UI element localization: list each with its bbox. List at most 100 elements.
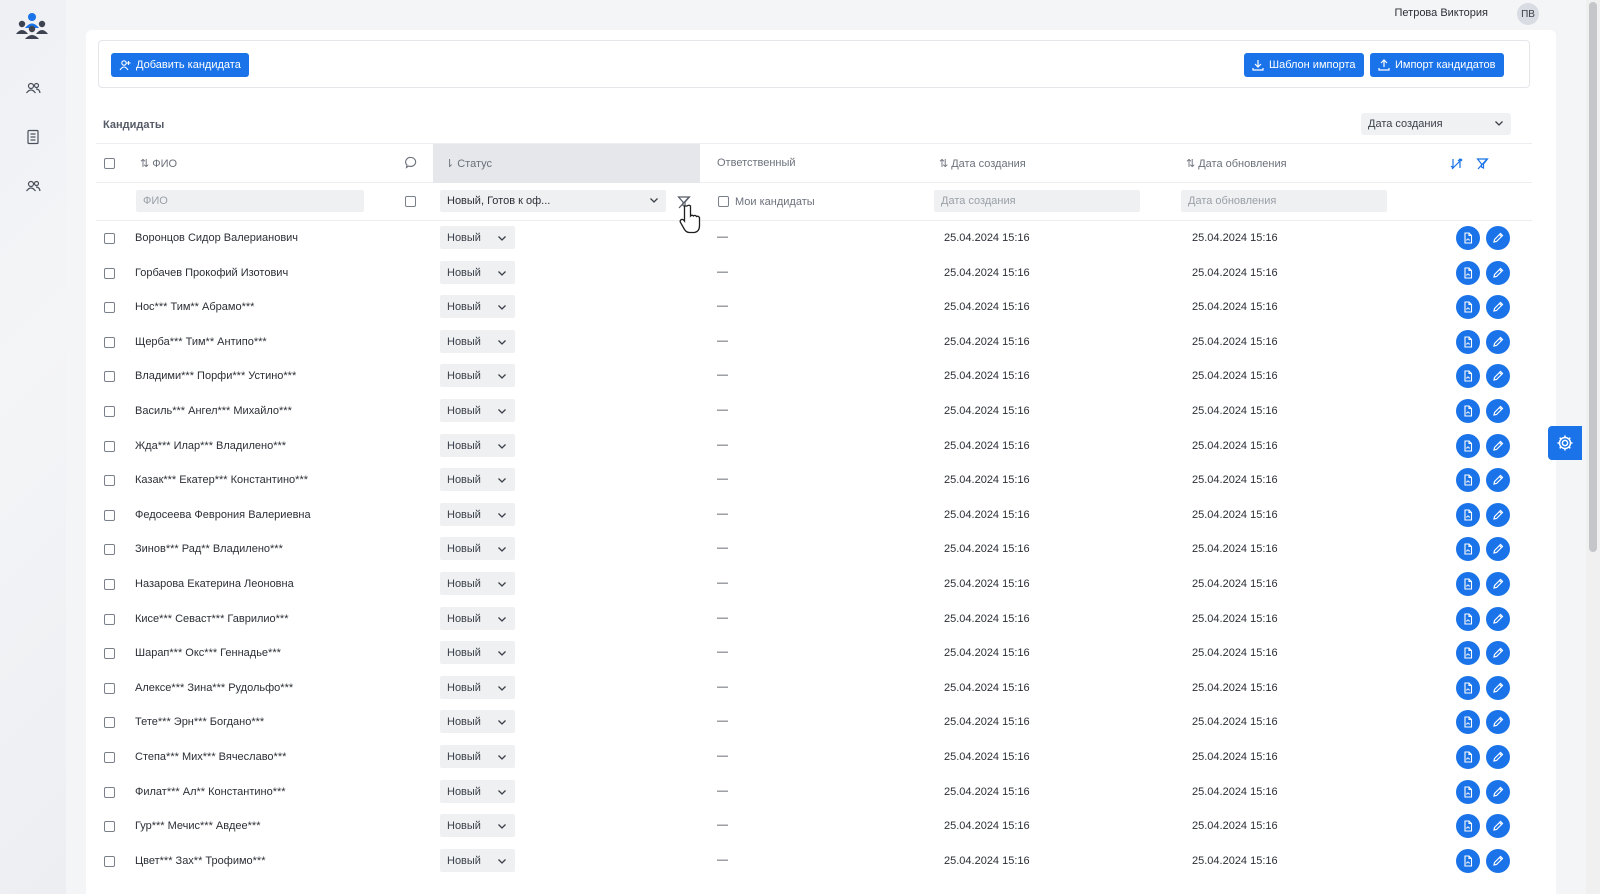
table-row[interactable]: Жда*** Илар*** Владилено*** Новый — 25.0… <box>96 429 1532 464</box>
row-checkbox[interactable] <box>104 509 115 521</box>
row-checkbox[interactable] <box>104 579 115 590</box>
edit-button[interactable] <box>1486 606 1510 631</box>
candidate-name[interactable]: Федосеева Феврония Валериевна <box>135 509 311 521</box>
edit-button[interactable] <box>1486 433 1510 458</box>
row-checkbox[interactable] <box>104 544 115 556</box>
status-select[interactable]: Новый <box>440 537 515 561</box>
pdf-button[interactable] <box>1456 329 1480 354</box>
app-logo-icon[interactable] <box>14 12 50 42</box>
row-checkbox[interactable] <box>104 648 115 660</box>
row-checkbox[interactable] <box>104 717 115 729</box>
pdf-button[interactable] <box>1456 745 1480 769</box>
edit-button[interactable] <box>1486 814 1510 839</box>
table-row[interactable]: Зинов*** Рад** Владилено*** Новый — 25.0… <box>96 532 1532 567</box>
candidate-name[interactable]: Владими*** Порфи*** Устино*** <box>135 370 296 382</box>
candidate-name[interactable]: Василь*** Ангел*** Михайло*** <box>135 405 292 417</box>
scrollbar-thumb[interactable] <box>1589 2 1597 552</box>
table-row[interactable]: Владими*** Порфи*** Устино*** Новый — 25… <box>96 359 1532 394</box>
table-row[interactable]: Нос*** Тим** Абрамо*** Новый — 25.04.202… <box>96 290 1532 325</box>
edit-button[interactable] <box>1486 675 1510 700</box>
nav-users-alt-icon[interactable] <box>25 178 41 194</box>
row-checkbox[interactable] <box>104 613 115 625</box>
scrollbar-track[interactable] <box>1586 0 1600 894</box>
table-row[interactable]: Гур*** Мечис*** Авдее*** Новый — 25.04.2… <box>96 809 1532 844</box>
edit-button[interactable] <box>1486 329 1510 354</box>
pdf-button[interactable] <box>1456 295 1480 320</box>
pdf-button[interactable] <box>1456 572 1480 596</box>
status-select[interactable]: Новый <box>440 710 515 734</box>
pdf-button[interactable] <box>1456 226 1480 250</box>
status-select[interactable]: Новый <box>440 433 515 457</box>
edit-button[interactable] <box>1486 779 1510 804</box>
edit-button[interactable] <box>1486 572 1510 596</box>
candidate-name[interactable]: Зинов*** Рад** Владилено*** <box>135 543 283 555</box>
table-row[interactable]: Шарап*** Окс*** Геннадье*** Новый — 25.0… <box>96 636 1532 671</box>
nav-documents-icon[interactable] <box>25 129 41 145</box>
pdf-button[interactable] <box>1456 399 1480 423</box>
import-template-button[interactable]: Шаблон импорта <box>1244 53 1364 77</box>
row-checkbox[interactable] <box>104 406 115 417</box>
edit-button[interactable] <box>1486 399 1510 423</box>
status-select[interactable]: Новый <box>440 675 515 699</box>
candidate-name[interactable]: Шарап*** Окс*** Геннадье*** <box>135 647 281 659</box>
clear-sort-icon[interactable] <box>1450 157 1463 170</box>
status-select[interactable]: Новый <box>440 502 515 526</box>
row-checkbox[interactable] <box>104 682 115 694</box>
status-select[interactable]: Новый <box>440 779 515 803</box>
row-checkbox[interactable] <box>104 752 115 763</box>
table-row[interactable]: Казак*** Екатер*** Константино*** Новый … <box>96 463 1532 498</box>
comment-filter-checkbox[interactable] <box>405 196 416 207</box>
candidate-name[interactable]: Степа*** Мих*** Вячеславо*** <box>135 751 286 763</box>
edit-button[interactable] <box>1486 295 1510 320</box>
candidate-name[interactable]: Кисе*** Севаст*** Гаврилио*** <box>135 613 289 625</box>
candidate-name[interactable]: Воронцов Сидор Валерианович <box>135 232 298 244</box>
row-checkbox[interactable] <box>104 302 115 314</box>
pdf-button[interactable] <box>1456 641 1480 666</box>
candidate-name[interactable]: Нос*** Тим** Абрамо*** <box>135 301 254 313</box>
edit-button[interactable] <box>1486 710 1510 735</box>
table-row[interactable]: Цвет*** Зах** Трофимо*** Новый — 25.04.2… <box>96 844 1532 879</box>
edit-button[interactable] <box>1486 502 1510 527</box>
import-candidates-button[interactable]: Импорт кандидатов <box>1370 53 1504 77</box>
edit-button[interactable] <box>1486 641 1510 666</box>
table-row[interactable]: Кисе*** Севаст*** Гаврилио*** Новый — 25… <box>96 602 1532 637</box>
status-select[interactable]: Новый <box>440 468 515 492</box>
add-candidate-button[interactable]: Добавить кандидата <box>111 53 249 77</box>
status-select[interactable]: Новый <box>440 260 515 284</box>
candidate-name[interactable]: Назарова Екатерина Леоновна <box>135 578 294 590</box>
row-checkbox[interactable] <box>104 267 115 279</box>
candidate-name[interactable]: Алексе*** Зина*** Рудольфо*** <box>135 682 293 694</box>
column-header-responsible[interactable]: Ответственный <box>717 157 796 169</box>
row-checkbox[interactable] <box>104 821 115 833</box>
edit-button[interactable] <box>1486 468 1510 493</box>
status-select[interactable]: Новый <box>440 606 515 630</box>
my-candidates-checkbox[interactable] <box>718 196 729 207</box>
edit-button[interactable] <box>1486 537 1510 562</box>
candidate-name[interactable]: Щерба*** Тим** Антипо*** <box>135 336 267 348</box>
pdf-button[interactable] <box>1456 537 1480 562</box>
fio-filter-input[interactable]: ФИО <box>136 190 364 212</box>
candidate-name[interactable]: Горбачев Прокофий Изотович <box>135 267 288 279</box>
row-checkbox[interactable] <box>104 440 115 452</box>
edit-button[interactable] <box>1486 745 1510 769</box>
row-checkbox[interactable] <box>104 371 115 383</box>
candidate-name[interactable]: Казак*** Екатер*** Константино*** <box>135 474 308 486</box>
table-row[interactable]: Василь*** Ангел*** Михайло*** Новый — 25… <box>96 394 1532 429</box>
column-header-fio[interactable]: ⇅ ФИО <box>140 157 177 171</box>
pdf-button[interactable] <box>1456 433 1480 458</box>
pdf-button[interactable] <box>1456 848 1480 873</box>
table-row[interactable]: Щерба*** Тим** Антипо*** Новый — 25.04.2… <box>96 325 1532 360</box>
table-row[interactable]: Федосеева Феврония Валериевна Новый — 25… <box>96 498 1532 533</box>
status-select[interactable]: Новый <box>440 329 515 353</box>
column-header-status[interactable]: ⇂ Статус <box>445 157 492 171</box>
row-checkbox[interactable] <box>104 786 115 798</box>
table-row[interactable]: Тете*** Эрн*** Богдано*** Новый — 25.04.… <box>96 705 1532 740</box>
table-row[interactable]: Горбачев Прокофий Изотович Новый — 25.04… <box>96 256 1532 291</box>
status-select[interactable]: Новый <box>440 814 515 838</box>
table-row[interactable]: Назарова Екатерина Леоновна Новый — 25.0… <box>96 567 1532 602</box>
user-name[interactable]: Петрова Виктория <box>1395 7 1489 19</box>
status-select[interactable]: Новый <box>440 745 515 768</box>
status-filter-select[interactable]: Новый, Готов к оф... <box>440 190 666 212</box>
pdf-button[interactable] <box>1456 260 1480 285</box>
candidate-name[interactable]: Цвет*** Зах** Трофимо*** <box>135 855 265 867</box>
